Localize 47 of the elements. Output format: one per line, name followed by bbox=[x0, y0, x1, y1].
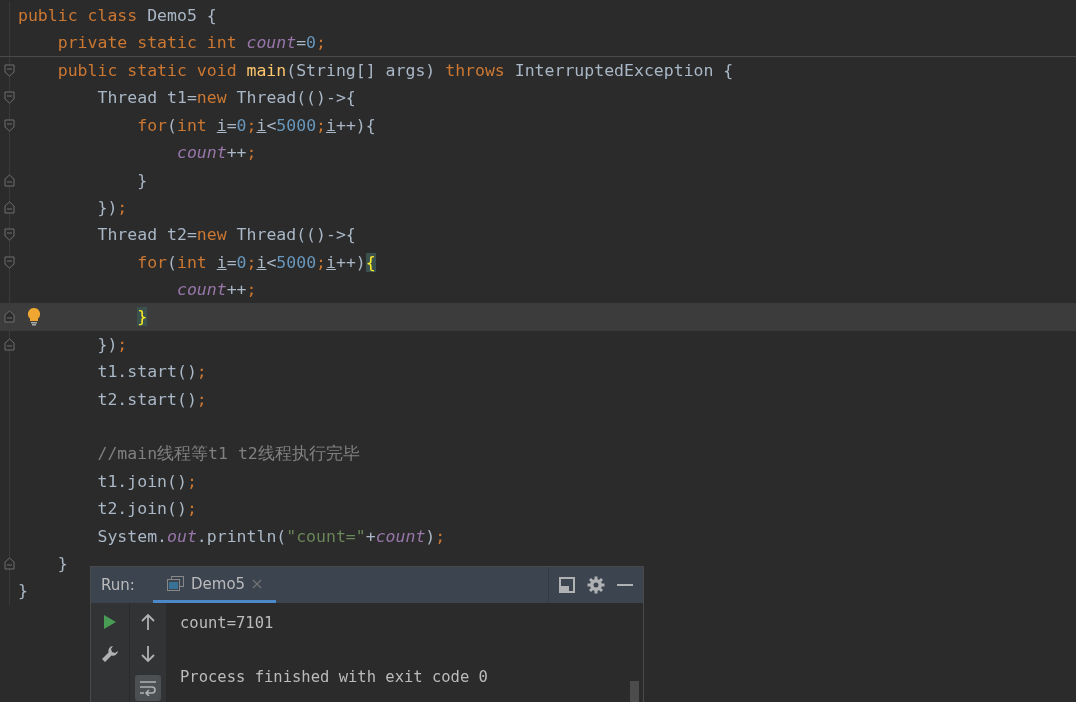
code-line: private static int count=0; bbox=[56, 33, 326, 53]
code-line: t1.join(); bbox=[96, 471, 197, 491]
code-line: System.out.println("count="+count); bbox=[96, 526, 446, 546]
console-output: Process finished with exit code 0 bbox=[180, 667, 488, 686]
code-line: } bbox=[56, 554, 68, 573]
scrollbar[interactable] bbox=[630, 681, 639, 702]
fold-marker-icon[interactable] bbox=[3, 557, 15, 570]
fold-marker-icon[interactable] bbox=[3, 91, 15, 105]
code-line: } bbox=[18, 581, 28, 601]
wrap-icon bbox=[139, 680, 157, 696]
code-line: for(int i=0;i<5000;i++){ bbox=[136, 252, 376, 272]
code-line: for(int i=0;i<5000;i++){ bbox=[136, 115, 376, 135]
code-line: //main线程等t1 t2线程执行完毕 bbox=[96, 442, 360, 465]
code-line: public static void main(String[] args) throws InterruptedException { bbox=[56, 60, 734, 80]
code-line: t1.start(); bbox=[96, 362, 207, 382]
panel-label: Run: bbox=[100, 576, 136, 594]
code-line: }); bbox=[96, 197, 128, 217]
code-line: }); bbox=[96, 334, 128, 354]
console-output: count=7101 bbox=[180, 613, 274, 632]
code-line: count++; bbox=[175, 280, 257, 300]
fold-marker-icon[interactable] bbox=[3, 310, 15, 324]
wrench-icon[interactable] bbox=[101, 645, 119, 663]
run-icon[interactable] bbox=[103, 614, 117, 630]
fold-marker-icon[interactable] bbox=[3, 63, 15, 77]
code-line: public class Demo5 { bbox=[18, 6, 217, 26]
fold-marker-icon[interactable] bbox=[3, 173, 15, 187]
fold-marker-icon[interactable] bbox=[3, 255, 15, 269]
lightbulb-icon[interactable] bbox=[27, 307, 41, 327]
close-icon[interactable] bbox=[252, 578, 263, 589]
fold-marker-icon[interactable] bbox=[3, 228, 15, 242]
down-arrow-icon[interactable] bbox=[141, 645, 155, 663]
settings-icon[interactable] bbox=[587, 576, 605, 594]
minimize-icon[interactable] bbox=[617, 583, 633, 587]
code-line: count++; bbox=[175, 143, 257, 163]
code-line: } bbox=[136, 170, 148, 190]
code-line: t2.join(); bbox=[96, 499, 197, 519]
code-line: Thread t2=new Thread(()->{ bbox=[96, 225, 356, 245]
run-tab[interactable]: Demo5 bbox=[153, 567, 277, 603]
fold-marker-icon[interactable] bbox=[3, 118, 15, 132]
fold-marker-icon[interactable] bbox=[3, 200, 15, 214]
up-arrow-icon[interactable] bbox=[141, 613, 155, 631]
code-line: Thread t1=new Thread(()->{ bbox=[96, 88, 356, 108]
layout-icon[interactable] bbox=[559, 577, 575, 593]
fold-marker-icon[interactable] bbox=[3, 337, 15, 351]
window-icon bbox=[167, 576, 184, 591]
code-line: t2.start(); bbox=[96, 389, 207, 409]
soft-wrap-toggle[interactable] bbox=[135, 675, 161, 701]
